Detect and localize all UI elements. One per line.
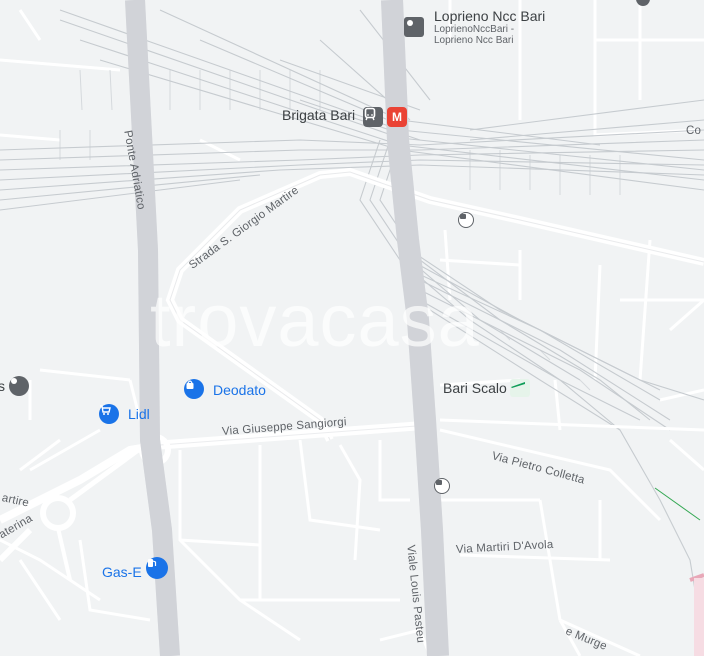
shopping-cart-icon-glyph	[100, 405, 111, 415]
shopping-bag-icon[interactable]	[184, 379, 204, 399]
bus-stop-icon[interactable]	[458, 212, 474, 228]
poi-loprieno-name[interactable]: Loprieno Ncc Bari	[434, 8, 545, 24]
poi-gas-name[interactable]: Gas-E	[102, 564, 142, 580]
shopping-bag-icon-glyph	[186, 380, 194, 389]
train-icon[interactable]	[510, 379, 530, 397]
poi-loprieno-sub2: Loprieno Ncc Bari	[434, 35, 514, 46]
poi-brigata-name[interactable]: Brigata Bari	[282, 107, 355, 123]
gas-station-icon[interactable]	[146, 557, 168, 579]
poi-loprieno-sub1: LoprienoNccBari -	[434, 24, 515, 35]
place-icon[interactable]	[9, 376, 29, 396]
bus-stop-icon[interactable]	[434, 478, 450, 494]
map-canvas[interactable]: trovacasa Loprieno Ncc Bari LoprienoNccB…	[0, 0, 704, 656]
place-icon[interactable]	[404, 17, 424, 37]
place-icon-glyph	[407, 20, 413, 26]
poi-deodato-name[interactable]: Deodato	[213, 382, 266, 398]
metro-icon[interactable]: M	[387, 107, 407, 127]
shopping-cart-icon[interactable]	[99, 404, 119, 424]
poi-bari-scalo-name[interactable]: Bari Scalo	[443, 380, 507, 396]
poi-left-fragment: s	[0, 378, 5, 394]
street-cor: Co	[686, 125, 702, 137]
train-icon-glyph	[511, 382, 525, 388]
bus-stop-glyph	[460, 214, 466, 219]
place-icon-glyph	[11, 378, 17, 384]
gas-station-icon-glyph	[148, 559, 157, 567]
train-station-icon-glyph	[364, 107, 376, 121]
train-station-icon[interactable]	[363, 107, 383, 127]
metro-letter: M	[392, 110, 402, 124]
poi-lidl-name[interactable]: Lidl	[128, 406, 150, 422]
watermark: trovacasa	[150, 279, 480, 362]
bus-stop-glyph	[436, 480, 442, 485]
